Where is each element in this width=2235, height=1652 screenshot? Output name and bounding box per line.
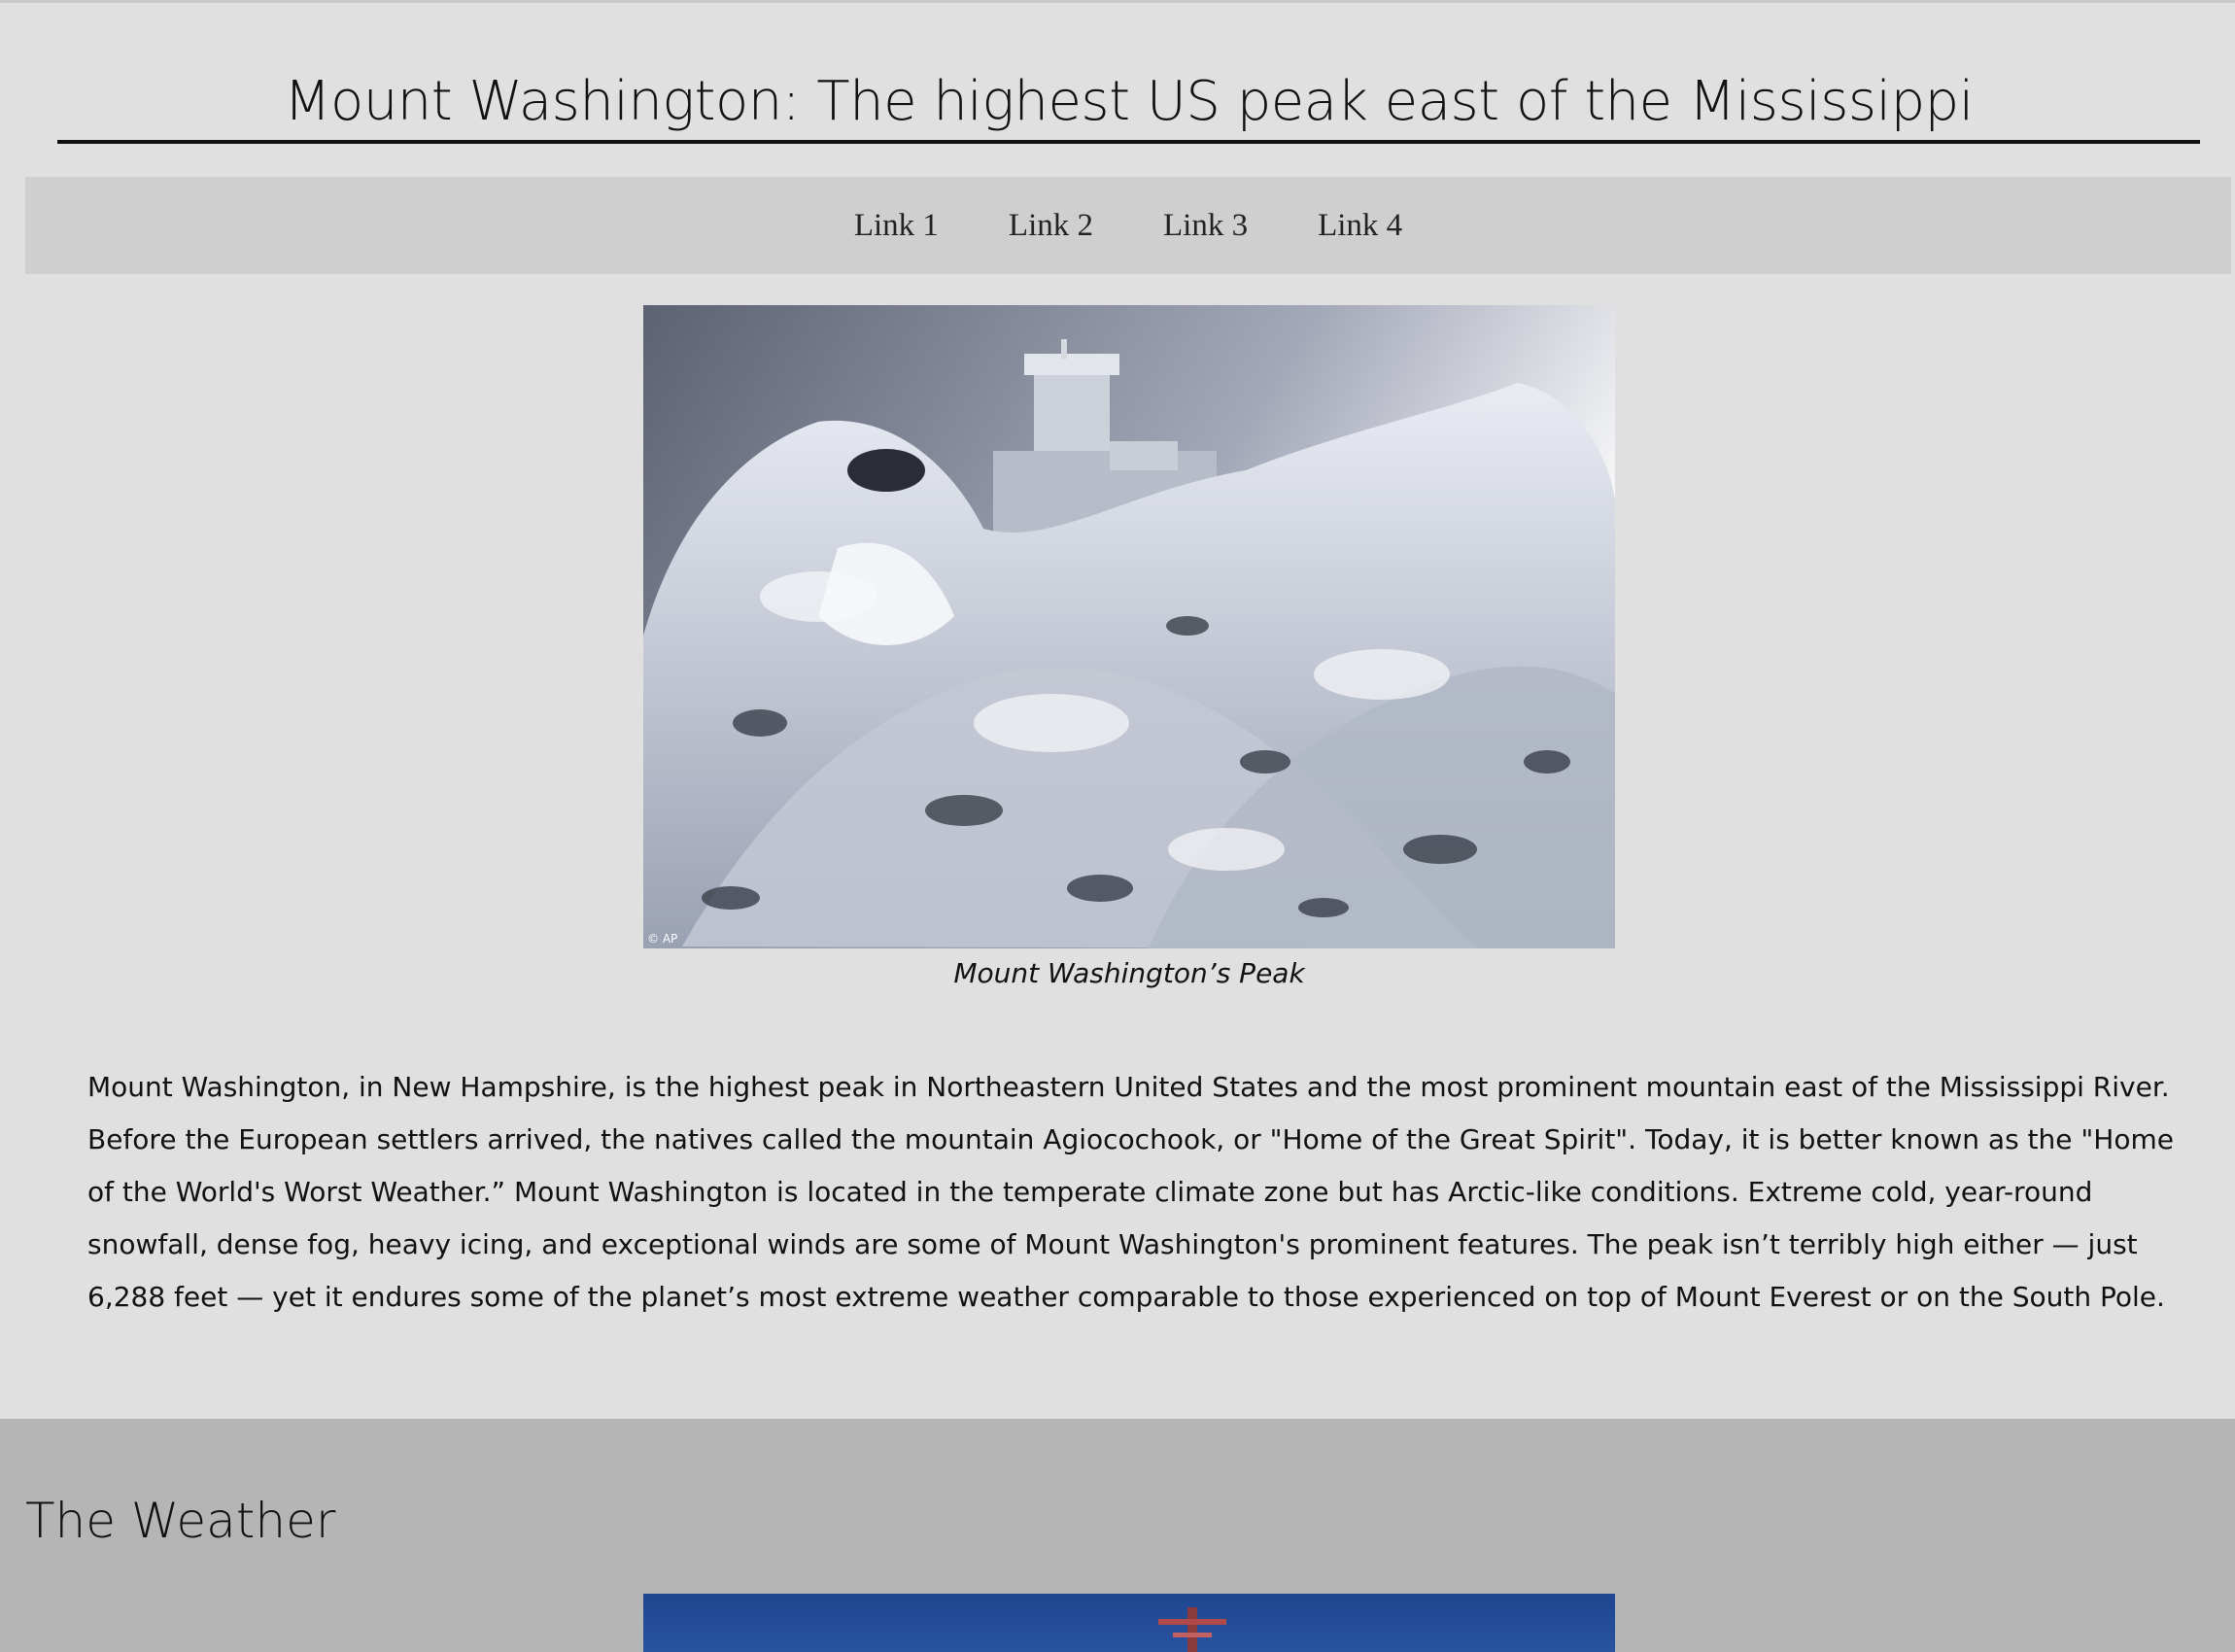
weather-tower-icon <box>1187 1607 1197 1652</box>
weather-section: The Weather <box>0 1419 2235 1652</box>
page-title: Mount Washington: The highest US peak ea… <box>57 60 2200 144</box>
photo-credit: © AP <box>647 932 677 946</box>
intro-paragraph: Mount Washington, in New Hampshire, is t… <box>87 1071 2174 1313</box>
top-rule <box>0 0 2235 3</box>
tower-arm <box>1158 1619 1226 1625</box>
nav-link-3[interactable]: Link 3 <box>1163 208 1248 244</box>
weather-heading: The Weather <box>25 1493 336 1549</box>
weather-photo <box>643 1594 1615 1652</box>
icy-summit-image: © AP <box>643 305 1615 948</box>
peak-photo: © AP <box>643 305 1615 948</box>
nav-bar: Link 1 Link 2 Link 3 Link 4 <box>25 177 2231 274</box>
nav-link-2[interactable]: Link 2 <box>1009 208 1093 244</box>
nav-link-1[interactable]: Link 1 <box>854 208 939 244</box>
nav-link-4[interactable]: Link 4 <box>1318 208 1402 244</box>
figure-caption: Mount Washington’s Peak <box>953 957 1305 989</box>
tower-arm-lower <box>1173 1633 1212 1637</box>
